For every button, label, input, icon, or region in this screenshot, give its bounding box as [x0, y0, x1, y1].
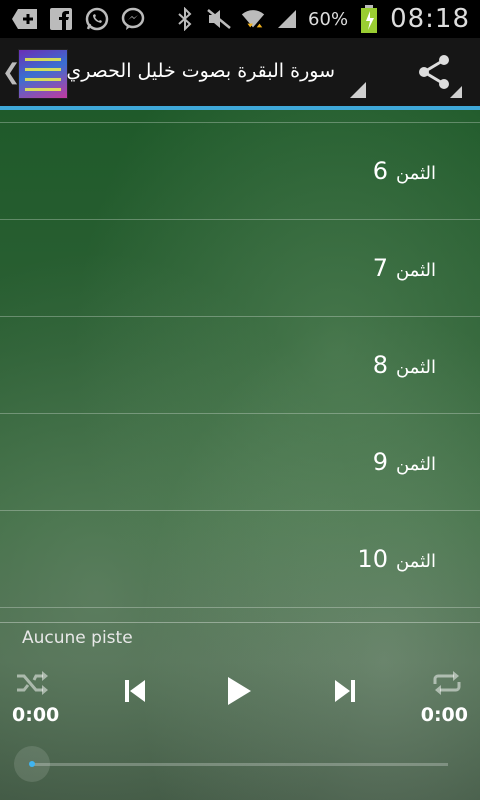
battery-percent: 60%: [308, 8, 349, 30]
facebook-icon: [48, 6, 74, 32]
eighth-list: الثمن 6 الثمن 7 الثمن 8 الثمن 9 الثمن 10: [0, 122, 480, 608]
list-item-number: 7: [372, 254, 388, 282]
total-time: 0:00: [420, 704, 468, 726]
list-item-number: 6: [372, 157, 388, 185]
bluetooth-icon: [172, 6, 198, 32]
status-bar: 60% 08:18: [0, 0, 480, 38]
list-item-number: 8: [372, 351, 388, 379]
next-track-icon[interactable]: [330, 676, 360, 706]
list-item-word: الثمن: [395, 551, 436, 572]
list-item-word: الثمن: [395, 163, 436, 184]
list-item-word: الثمن: [395, 357, 436, 378]
seek-thumb[interactable]: [14, 746, 50, 782]
list-item-label: الثمن 9: [373, 448, 436, 476]
mute-icon: [206, 6, 232, 32]
list-item-label: الثمن 10: [357, 545, 436, 573]
list-item-label: الثمن 6: [373, 157, 436, 185]
status-time: 08:18: [390, 4, 470, 34]
list-item-word: الثمن: [395, 260, 436, 281]
list-item[interactable]: الثمن 7: [0, 220, 480, 317]
repeat-icon[interactable]: [430, 668, 464, 698]
list-item-number: 10: [357, 545, 388, 573]
seek-thumb-dot: [29, 761, 35, 767]
player-divider: [0, 622, 480, 623]
play-icon[interactable]: [222, 674, 256, 708]
action-bar: ❮ سورة البقرة بصوت خليل الحصري: [0, 38, 480, 106]
share-overflow-indicator-icon: [450, 86, 462, 98]
battery-icon: [356, 5, 382, 33]
action-bar-accent-line: [0, 106, 480, 110]
shuffle-icon[interactable]: [14, 668, 50, 698]
seek-bar[interactable]: [30, 763, 448, 766]
app-logo[interactable]: [18, 49, 68, 99]
list-item[interactable]: الثمن 8: [0, 317, 480, 414]
list-item-number: 9: [372, 448, 388, 476]
add-icon: [12, 6, 38, 32]
app-title[interactable]: سورة البقرة بصوت خليل الحصري: [66, 60, 335, 82]
list-item[interactable]: الثمن 9: [0, 414, 480, 511]
list-item-word: الثمن: [395, 454, 436, 475]
whatsapp-icon: [84, 6, 110, 32]
title-dropdown-indicator-icon: [350, 82, 366, 98]
list-item-label: الثمن 7: [373, 254, 436, 282]
list-item-label: الثمن 8: [373, 351, 436, 379]
elapsed-time: 0:00: [12, 704, 60, 726]
previous-track-icon[interactable]: [120, 676, 150, 706]
messenger-icon: [120, 6, 146, 32]
wifi-icon: [240, 6, 266, 32]
list-item[interactable]: الثمن 6: [0, 123, 480, 220]
track-title: Aucune piste: [22, 628, 133, 648]
list-item[interactable]: الثمن 10: [0, 511, 480, 608]
share-icon[interactable]: [416, 54, 452, 90]
signal-icon: [274, 6, 300, 32]
